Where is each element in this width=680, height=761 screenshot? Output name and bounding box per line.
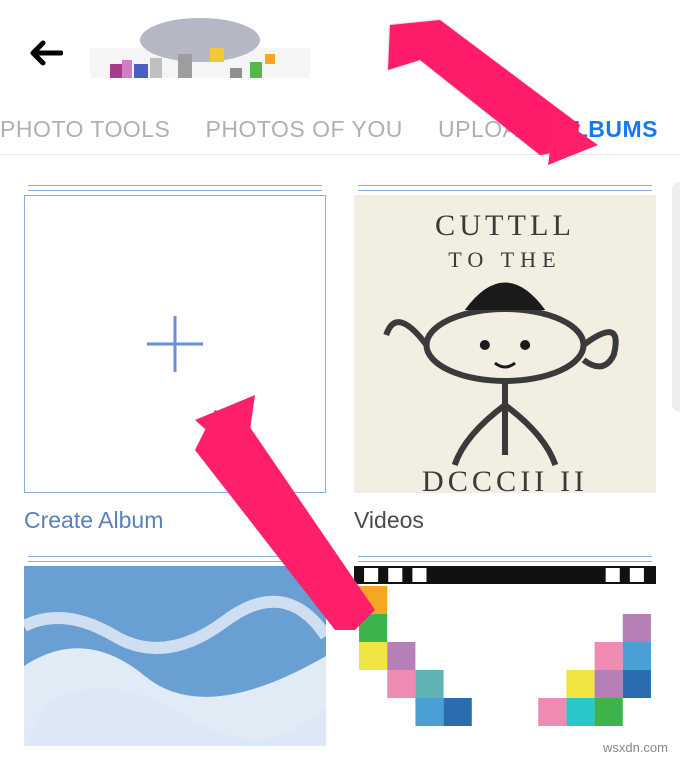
album-tile-create: Create Album (24, 185, 326, 534)
svg-text:DCCCII II: DCCCII II (422, 464, 588, 493)
album-tile-3 (24, 556, 326, 746)
albums-grid: Create Album CUTTLL TO THE DCCCII II (0, 155, 680, 746)
back-arrow-icon (27, 38, 63, 68)
tab-albums[interactable]: ALBUMS (557, 116, 658, 143)
create-album-button[interactable] (24, 195, 326, 493)
album-stack-decoration (358, 556, 652, 562)
album-tile-4 (354, 556, 656, 746)
album-stack-decoration (28, 556, 322, 562)
album-videos-label: Videos (354, 507, 656, 534)
album-tile-videos: CUTTLL TO THE DCCCII II Videos (354, 185, 656, 534)
svg-text:CUTTLL: CUTTLL (435, 208, 575, 242)
album-videos-cover: CUTTLL TO THE DCCCII II (354, 195, 656, 493)
scroll-indicator[interactable] (672, 182, 680, 412)
profile-thumbnail-image (90, 18, 310, 88)
plus-icon (147, 316, 203, 372)
tab-bar: PHOTO TOOLS PHOTOS OF YOU UPLOADS ALBUMS (0, 105, 680, 155)
album-videos[interactable]: CUTTLL TO THE DCCCII II (354, 195, 656, 493)
album-cover-image (24, 566, 326, 746)
tab-uploads[interactable]: UPLOADS (438, 116, 551, 143)
watermark: wsxdn.com (603, 740, 668, 755)
profile-thumbnail[interactable] (90, 18, 310, 88)
album-item[interactable] (24, 566, 326, 746)
tab-photo-tools[interactable]: PHOTO TOOLS (0, 116, 170, 143)
album-item[interactable] (354, 566, 656, 746)
create-album-label: Create Album (24, 507, 326, 534)
album-cover-image (354, 566, 656, 746)
svg-text:TO THE: TO THE (448, 247, 562, 272)
album-stack-decoration (28, 185, 322, 191)
tab-photos-of-you[interactable]: PHOTOS OF YOU (206, 116, 403, 143)
album-stack-decoration (358, 185, 652, 191)
back-button[interactable] (25, 33, 65, 73)
header (0, 0, 680, 105)
